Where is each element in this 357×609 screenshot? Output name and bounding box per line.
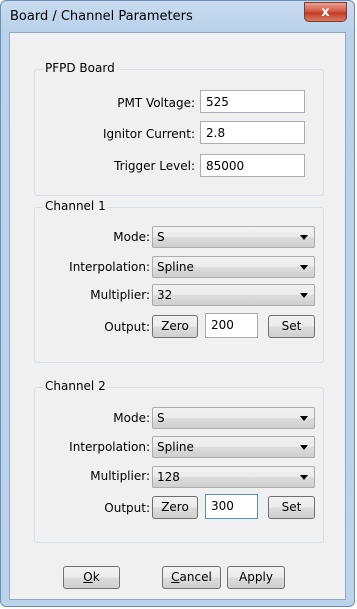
channel-1-output-label: Output:	[104, 320, 150, 334]
channel-2-interpolation-value: Spline	[157, 440, 194, 454]
channel-1-multiplier-select[interactable]: 32	[152, 284, 315, 306]
close-icon: x	[321, 5, 330, 20]
channel-1-mode-value: S	[157, 230, 165, 244]
trigger-level-field[interactable]: 85000	[200, 154, 305, 177]
dialog-client-area: PFPD Board PMT Voltage: 525 Ignitor Curr…	[9, 32, 346, 600]
chevron-down-icon	[300, 235, 308, 240]
ok-button-mnemonic: O	[83, 570, 93, 584]
ignitor-current-label: Ignitor Current:	[102, 127, 195, 141]
ok-button-label: k	[92, 570, 100, 584]
title-bar[interactable]: Board / Channel Parameters x	[1, 1, 354, 32]
chevron-down-icon	[300, 293, 308, 298]
cancel-button-mnemonic: C	[171, 570, 180, 584]
channel-2-interpolation-select[interactable]: Spline	[152, 436, 315, 458]
pfpd-board-group-label: PFPD Board	[43, 61, 117, 75]
channel-1-multiplier-value: 32	[157, 288, 173, 302]
channel-1-interpolation-value: Spline	[157, 260, 194, 274]
dialog-window: Board / Channel Parameters x PFPD Board …	[0, 0, 355, 607]
channel-2-mode-select[interactable]: S	[152, 407, 315, 429]
pmt-voltage-label: PMT Voltage:	[117, 96, 195, 110]
channel-2-set-button[interactable]: Set	[268, 496, 315, 519]
channel-1-group: Channel 1 Mode: S Interpolation: Spline …	[34, 199, 324, 363]
channel-2-interpolation-label: Interpolation:	[69, 440, 150, 454]
channel-2-group-label: Channel 2	[43, 379, 108, 393]
channel-1-set-button[interactable]: Set	[268, 315, 315, 338]
pfpd-board-group: PFPD Board PMT Voltage: 525 Ignitor Curr…	[34, 61, 324, 196]
ok-button[interactable]: Ok	[63, 566, 120, 589]
channel-2-multiplier-label: Multiplier:	[90, 469, 150, 483]
channel-2-multiplier-select[interactable]: 128	[152, 466, 315, 488]
chevron-down-icon	[300, 475, 308, 480]
channel-1-multiplier-label: Multiplier:	[90, 288, 150, 302]
channel-2-multiplier-value: 128	[157, 470, 180, 484]
chevron-down-icon	[300, 265, 308, 270]
channel-1-output-field[interactable]: 200	[205, 313, 258, 338]
pmt-voltage-field[interactable]: 525	[200, 90, 305, 113]
apply-button[interactable]: Apply	[227, 566, 285, 589]
channel-2-output-label: Output:	[104, 501, 150, 515]
channel-1-zero-button[interactable]: Zero	[152, 315, 198, 338]
chevron-down-icon	[300, 445, 308, 450]
channel-2-zero-button[interactable]: Zero	[152, 496, 198, 519]
window-title: Board / Channel Parameters	[10, 9, 193, 24]
close-button[interactable]: x	[304, 2, 347, 22]
cancel-button-label: ancel	[179, 570, 212, 584]
ignitor-current-field[interactable]: 2.8	[200, 121, 305, 144]
cancel-button[interactable]: Cancel	[162, 566, 221, 589]
channel-1-interpolation-select[interactable]: Spline	[152, 256, 315, 278]
channel-2-output-field[interactable]: 300	[205, 494, 258, 519]
channel-1-mode-label: Mode:	[113, 230, 150, 244]
chevron-down-icon	[300, 416, 308, 421]
channel-2-group: Channel 2 Mode: S Interpolation: Spline …	[34, 379, 324, 543]
trigger-level-label: Trigger Level:	[114, 159, 195, 173]
channel-1-mode-select[interactable]: S	[152, 226, 315, 248]
channel-2-mode-label: Mode:	[113, 411, 150, 425]
channel-1-interpolation-label: Interpolation:	[69, 260, 150, 274]
channel-2-mode-value: S	[157, 411, 165, 425]
channel-1-group-label: Channel 1	[43, 199, 108, 213]
